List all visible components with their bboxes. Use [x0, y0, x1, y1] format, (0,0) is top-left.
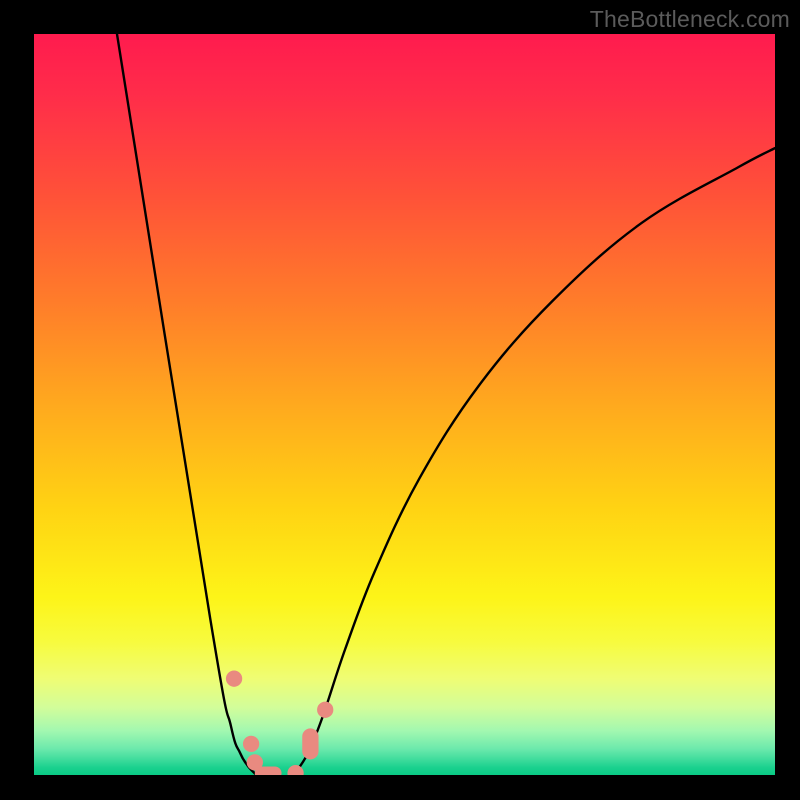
data-marker — [302, 728, 318, 759]
watermark-text: TheBottleneck.com — [590, 6, 790, 33]
data-marker — [255, 766, 282, 775]
data-marker — [243, 736, 259, 752]
curve-left-branch — [117, 34, 255, 774]
curve-right-branch — [295, 148, 775, 773]
chart-frame: TheBottleneck.com — [0, 0, 800, 800]
plot-area — [34, 34, 775, 775]
curve-layer — [34, 34, 775, 775]
data-marker — [226, 671, 242, 687]
data-marker — [317, 702, 333, 718]
